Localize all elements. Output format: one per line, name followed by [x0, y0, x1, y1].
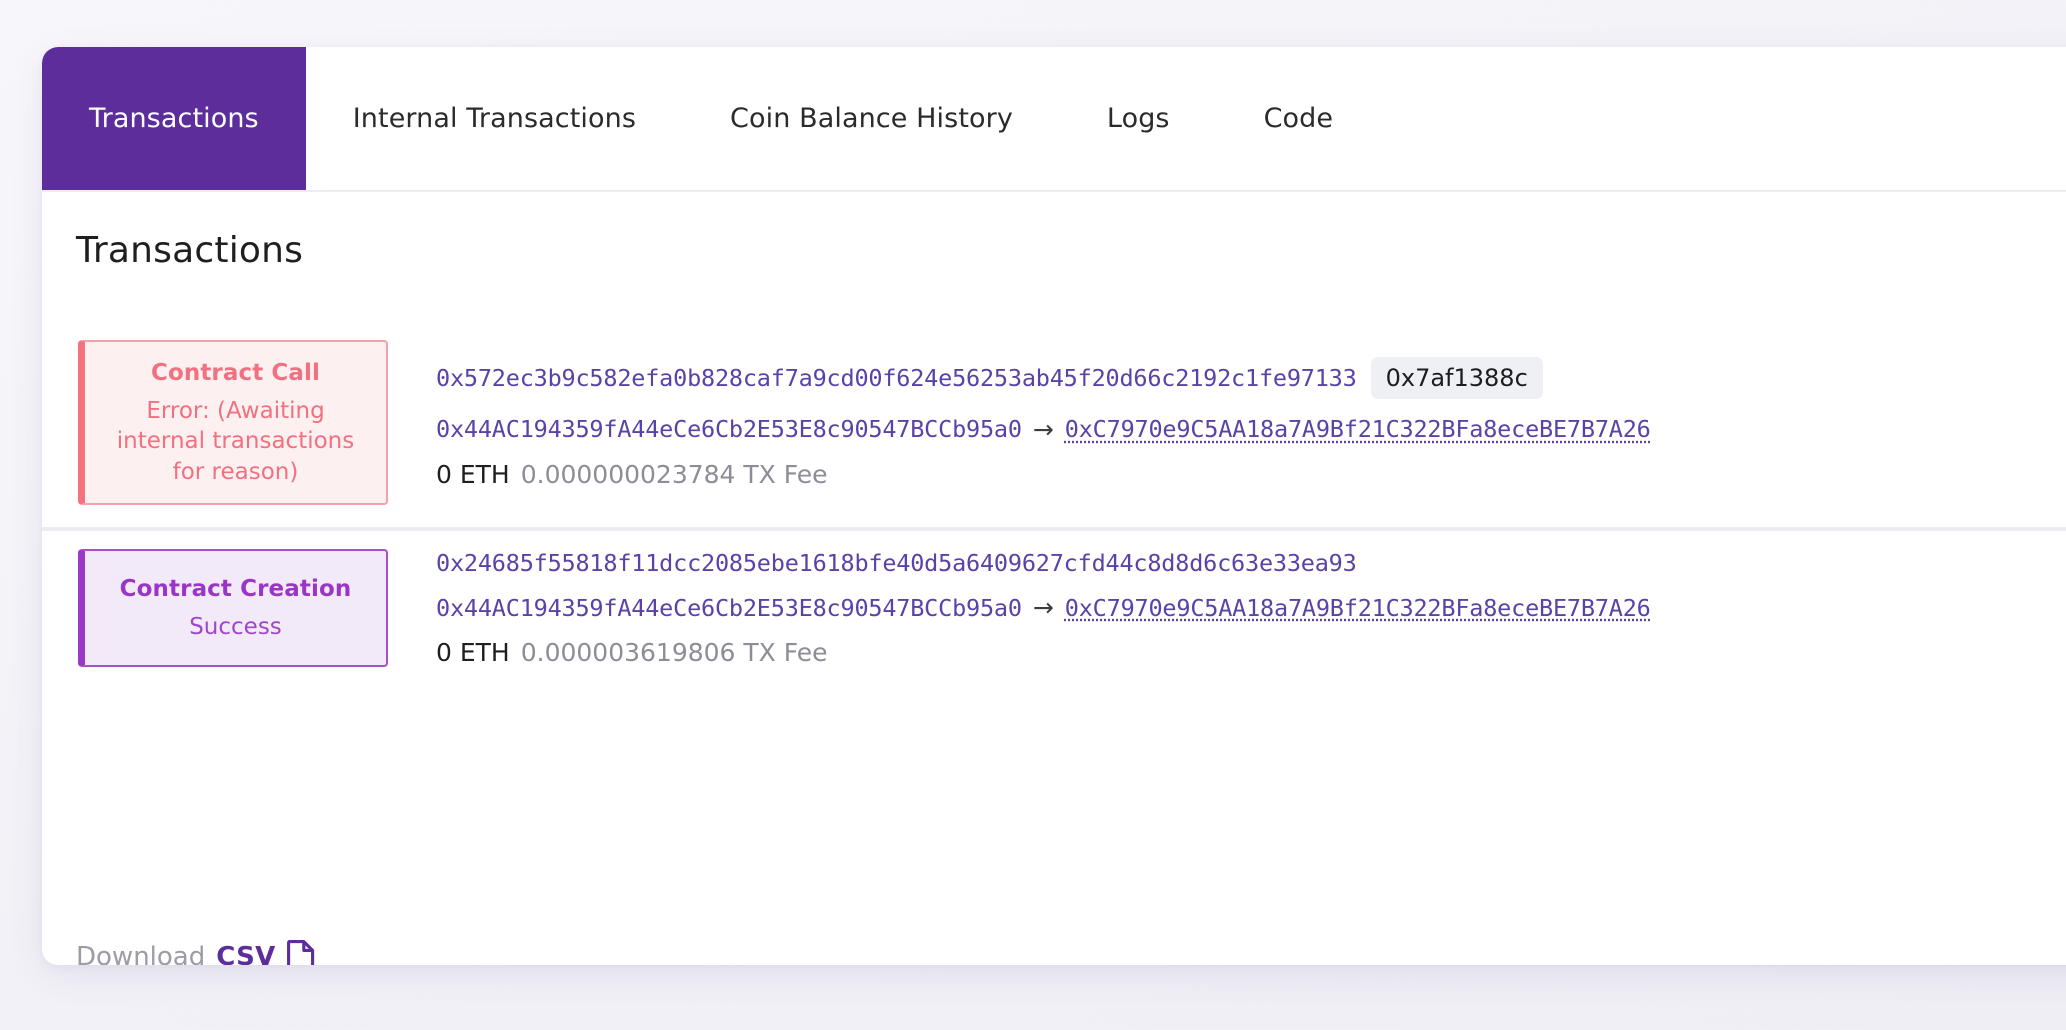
- arrow-right-icon: →: [1032, 593, 1054, 623]
- tab-code[interactable]: Code: [1217, 47, 1381, 190]
- tx-type-label: Contract Call: [150, 360, 321, 386]
- table-row[interactable]: Contract Call Error: (Awaiting internal …: [42, 320, 2066, 527]
- tx-status-label: Success: [189, 613, 282, 640]
- tab-internal-transactions[interactable]: Internal Transactions: [306, 47, 683, 190]
- page-title: Transactions: [76, 230, 304, 271]
- tx-status-badge: Contract Call Error: (Awaiting internal …: [78, 340, 388, 506]
- tx-value-line: 0 ETH 0.000000023784 TX Fee: [436, 460, 2066, 489]
- tab-bar: Transactions Internal Transactions Coin …: [42, 47, 2066, 192]
- tx-method-chip: 0x7af1388c: [1370, 356, 1543, 399]
- tx-fee: 0.000000023784 TX Fee: [520, 459, 828, 489]
- tx-details: 0x572ec3b9c582efa0b828caf7a9cd00f624e562…: [388, 340, 2066, 505]
- tx-hash-line: 0x572ec3b9c582efa0b828caf7a9cd00f624e562…: [436, 356, 2066, 399]
- tab-logs[interactable]: Logs: [1060, 47, 1217, 190]
- download-csv-button[interactable]: Download CSV: [76, 940, 315, 965]
- download-label: Download: [76, 942, 206, 965]
- page-root: Transactions Internal Transactions Coin …: [0, 0, 2066, 1030]
- tx-value: 0 ETH: [436, 459, 510, 489]
- tab-coin-balance-history[interactable]: Coin Balance History: [683, 47, 1060, 190]
- tx-value: 0 ETH: [436, 638, 510, 668]
- tx-from-address[interactable]: 0x44AC194359fA44eCe6Cb2E53E8c90547BCCb95…: [436, 594, 1022, 622]
- tab-transactions[interactable]: Transactions: [42, 47, 306, 190]
- tx-hash[interactable]: 0x24685f55818f11dcc2085ebe1618bfe40d5a64…: [436, 549, 1357, 577]
- file-icon: [286, 940, 315, 965]
- tx-fee: 0.000003619806 TX Fee: [520, 638, 828, 668]
- tx-type-label: Contract Creation: [119, 576, 352, 603]
- tx-status-badge: Contract Creation Success: [78, 549, 388, 668]
- table-row[interactable]: Contract Creation Success 0x24685f55818f…: [42, 527, 2066, 689]
- tx-value-line: 0 ETH 0.000003619806 TX Fee: [436, 638, 2066, 667]
- content-card: Transactions Internal Transactions Coin …: [42, 47, 2066, 965]
- tx-details: 0x24685f55818f11dcc2085ebe1618bfe40d5a64…: [388, 549, 2066, 667]
- arrow-right-icon: →: [1032, 414, 1054, 444]
- tx-to-address[interactable]: 0xC7970e9C5AA18a7A9Bf21C322BFa8eceBE7B7A…: [1065, 415, 1651, 443]
- tx-from-address[interactable]: 0x44AC194359fA44eCe6Cb2E53E8c90547BCCb95…: [436, 415, 1022, 443]
- tx-hash-line: 0x24685f55818f11dcc2085ebe1618bfe40d5a64…: [436, 549, 2066, 577]
- tx-addresses-line: 0x44AC194359fA44eCe6Cb2E53E8c90547BCCb95…: [436, 593, 2066, 622]
- tx-to-address[interactable]: 0xC7970e9C5AA18a7A9Bf21C322BFa8eceBE7B7A…: [1065, 594, 1651, 622]
- tx-status-label: Error: (Awaiting internal transactions f…: [116, 397, 355, 485]
- tx-addresses-line: 0x44AC194359fA44eCe6Cb2E53E8c90547BCCb95…: [436, 415, 2066, 444]
- tx-hash[interactable]: 0x572ec3b9c582efa0b828caf7a9cd00f624e562…: [436, 364, 1357, 392]
- csv-label: CSV: [216, 942, 276, 965]
- transactions-list: Contract Call Error: (Awaiting internal …: [42, 320, 2066, 689]
